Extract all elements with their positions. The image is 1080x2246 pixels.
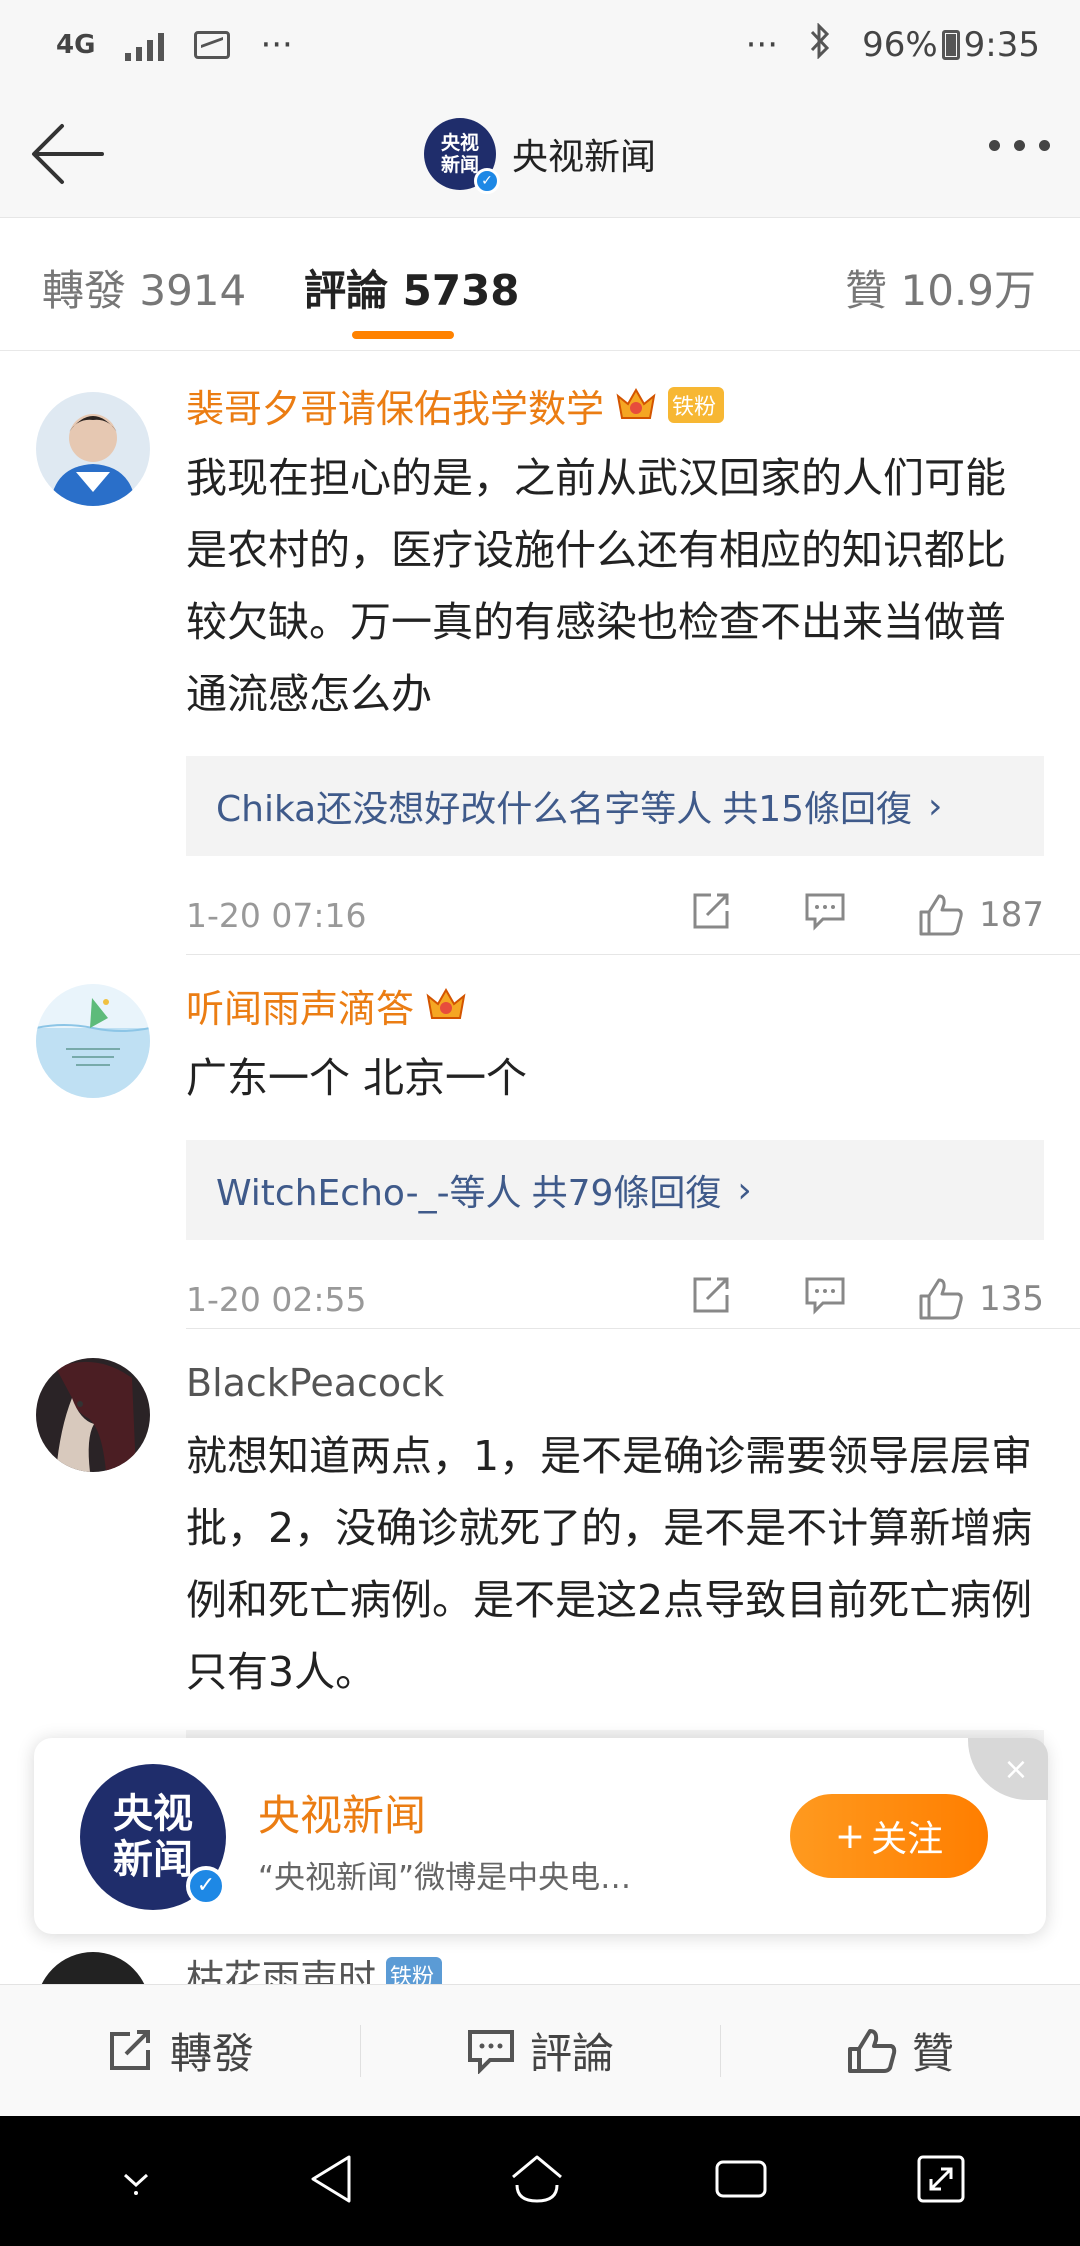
avatar[interactable] (36, 984, 150, 1098)
more-notifications-icon: ··· (260, 25, 293, 65)
clock: 9:35 (963, 25, 1040, 65)
logo-text-line1: 央视 (113, 1791, 193, 1837)
gallery-notification-icon (194, 31, 231, 59)
bluetooth-icon (808, 21, 832, 68)
thumbs-up-icon (847, 2028, 897, 2073)
avatar[interactable] (36, 1952, 150, 1984)
verified-icon: ✓ (473, 168, 500, 194)
reply-names: WitchEcho-_-等人 (216, 1173, 522, 1214)
account-description: “央视新闻”微博是中央电… (258, 1860, 632, 1896)
more-status-icon: ··· (745, 25, 779, 65)
tab-reposts[interactable]: 轉發 3914 (42, 257, 246, 318)
reply-names: Chika还没想好改什么名字等人 (216, 789, 713, 830)
nav-bar: 央视 新闻 ✓ 央视新闻 (0, 90, 1080, 218)
username-text[interactable]: BlackPeacock (186, 1361, 444, 1405)
share-icon[interactable] (689, 891, 733, 940)
like-button[interactable]: 187 (917, 892, 1044, 938)
verified-icon: ✓ (186, 1866, 226, 1906)
share-icon (109, 2029, 150, 2070)
logo-text-line2: 新闻 (113, 1837, 193, 1883)
battery-icon (941, 30, 960, 60)
reply-count: 共79條回復 (531, 1173, 722, 1214)
reply-icon[interactable] (803, 891, 847, 940)
follow-button-label: 关注 (871, 1819, 944, 1860)
account-logo[interactable]: 央视 新闻 ✓ (80, 1764, 226, 1910)
close-glyph: × (1003, 1751, 1029, 1787)
more-options-icon[interactable] (989, 140, 1050, 151)
close-icon[interactable]: × (968, 1738, 1048, 1800)
tab-comments[interactable]: 評論 5738 (304, 257, 520, 318)
logo-text-line1: 央视 (440, 132, 479, 154)
logo-text-line2: 新闻 (440, 154, 479, 176)
comment-label: 評論 (529, 2029, 614, 2078)
divider (186, 1328, 1080, 1329)
thumbs-up-icon (919, 894, 963, 936)
recent-apps-icon[interactable] (711, 2154, 771, 2208)
crown-badge-icon (614, 386, 658, 424)
fan-badge: 铁粉 (668, 387, 725, 423)
follow-suggestion-card: 央视 新闻 ✓ 央视新闻 “央视新闻”微博是中央电… + 关注 × (34, 1738, 1048, 1934)
tab-bar: 轉發 3914 評論 5738 贊 10.9万 (0, 219, 1080, 351)
system-nav-bar (0, 2116, 1080, 2246)
comment-icon (467, 2029, 514, 2074)
avatar[interactable] (36, 392, 150, 506)
signal-icon (125, 29, 165, 61)
avatar[interactable] (36, 1358, 150, 1472)
battery-percent: 96% (862, 25, 938, 65)
hide-keyboard-icon[interactable] (111, 2159, 161, 2203)
network-type: 4G (56, 30, 96, 60)
account-name[interactable]: 央视新闻 (258, 1782, 426, 1843)
like-label: 贊 (911, 2029, 954, 2078)
username-text[interactable]: 枯花雨声时 (186, 1948, 376, 1985)
chevron-right-icon: › (928, 785, 943, 827)
replies-link[interactable]: Chika还没想好改什么名字等人 共15條回復 › (186, 756, 1044, 856)
comment-text: 就想知道两点，1，是不是确诊需要领导层层审批，2，没确诊就死了的，是不是不计算新… (186, 1432, 1033, 1696)
account-avatar-logo[interactable]: 央视 新闻 ✓ (423, 118, 500, 194)
follow-button[interactable]: + 关注 (790, 1794, 988, 1878)
like-button[interactable]: 贊 (720, 1985, 1080, 2116)
reply-count: 共15條回復 (722, 789, 913, 830)
comment-time: 1-20 02:55 (186, 1279, 367, 1319)
replies-link[interactable]: WitchEcho-_-等人 共79條回復 › (186, 1140, 1044, 1240)
thumbs-up-icon (919, 1278, 963, 1320)
comment-username[interactable]: 枯花雨声时 铁粉 (186, 1950, 1044, 1984)
tab-likes[interactable]: 贊 10.9万 (845, 257, 1036, 318)
rotate-screen-icon[interactable] (913, 2151, 969, 2211)
divider (186, 954, 1080, 955)
like-count: 187 (979, 895, 1044, 935)
comment-text: 广东一个 北京一个 (186, 1054, 528, 1102)
like-button[interactable]: 135 (917, 1276, 1044, 1322)
comment-username[interactable]: 裴哥夕哥请保佑我学数学 铁粉 (186, 378, 1044, 433)
reply-icon[interactable] (803, 1275, 847, 1324)
fan-badge: 铁粉 (386, 1957, 443, 1984)
comment-time: 1-20 07:16 (186, 895, 367, 935)
username-text[interactable]: 听闻雨声滴答 (186, 978, 414, 1033)
page-title[interactable]: 央视新闻 (512, 128, 656, 180)
comment-text: 我现在担心的是，之前从武汉回家的人们可能是农村的，医疗设施什么还有相应的知识都比… (186, 454, 1006, 718)
active-tab-indicator (352, 331, 454, 339)
like-count: 135 (979, 1279, 1044, 1319)
share-icon[interactable] (689, 1275, 733, 1324)
chevron-right-icon: › (737, 1169, 752, 1211)
crown-badge-icon (424, 986, 468, 1024)
username-text[interactable]: 裴哥夕哥请保佑我学数学 (186, 378, 604, 433)
fan-badge-label: 铁粉 (390, 1965, 435, 1984)
bottom-action-bar: 轉發 評論 贊 (0, 1984, 1080, 2116)
comment-username[interactable]: BlackPeacock (186, 1358, 1044, 1408)
fan-badge-label: 铁粉 (672, 395, 717, 420)
status-bar: 4G ··· ··· 96% 9:35 (0, 0, 1080, 90)
back-icon[interactable] (303, 2151, 363, 2211)
repost-button[interactable]: 轉發 (0, 1985, 360, 2116)
home-icon[interactable] (505, 2151, 569, 2211)
comment-username[interactable]: 听闻雨声滴答 (186, 978, 1044, 1033)
comment-button[interactable]: 評論 (360, 1985, 720, 2116)
plus-icon: + (834, 1815, 866, 1857)
comment-item: 枯花雨声时 铁粉 (0, 1944, 1080, 1984)
repost-label: 轉發 (169, 2029, 254, 2078)
